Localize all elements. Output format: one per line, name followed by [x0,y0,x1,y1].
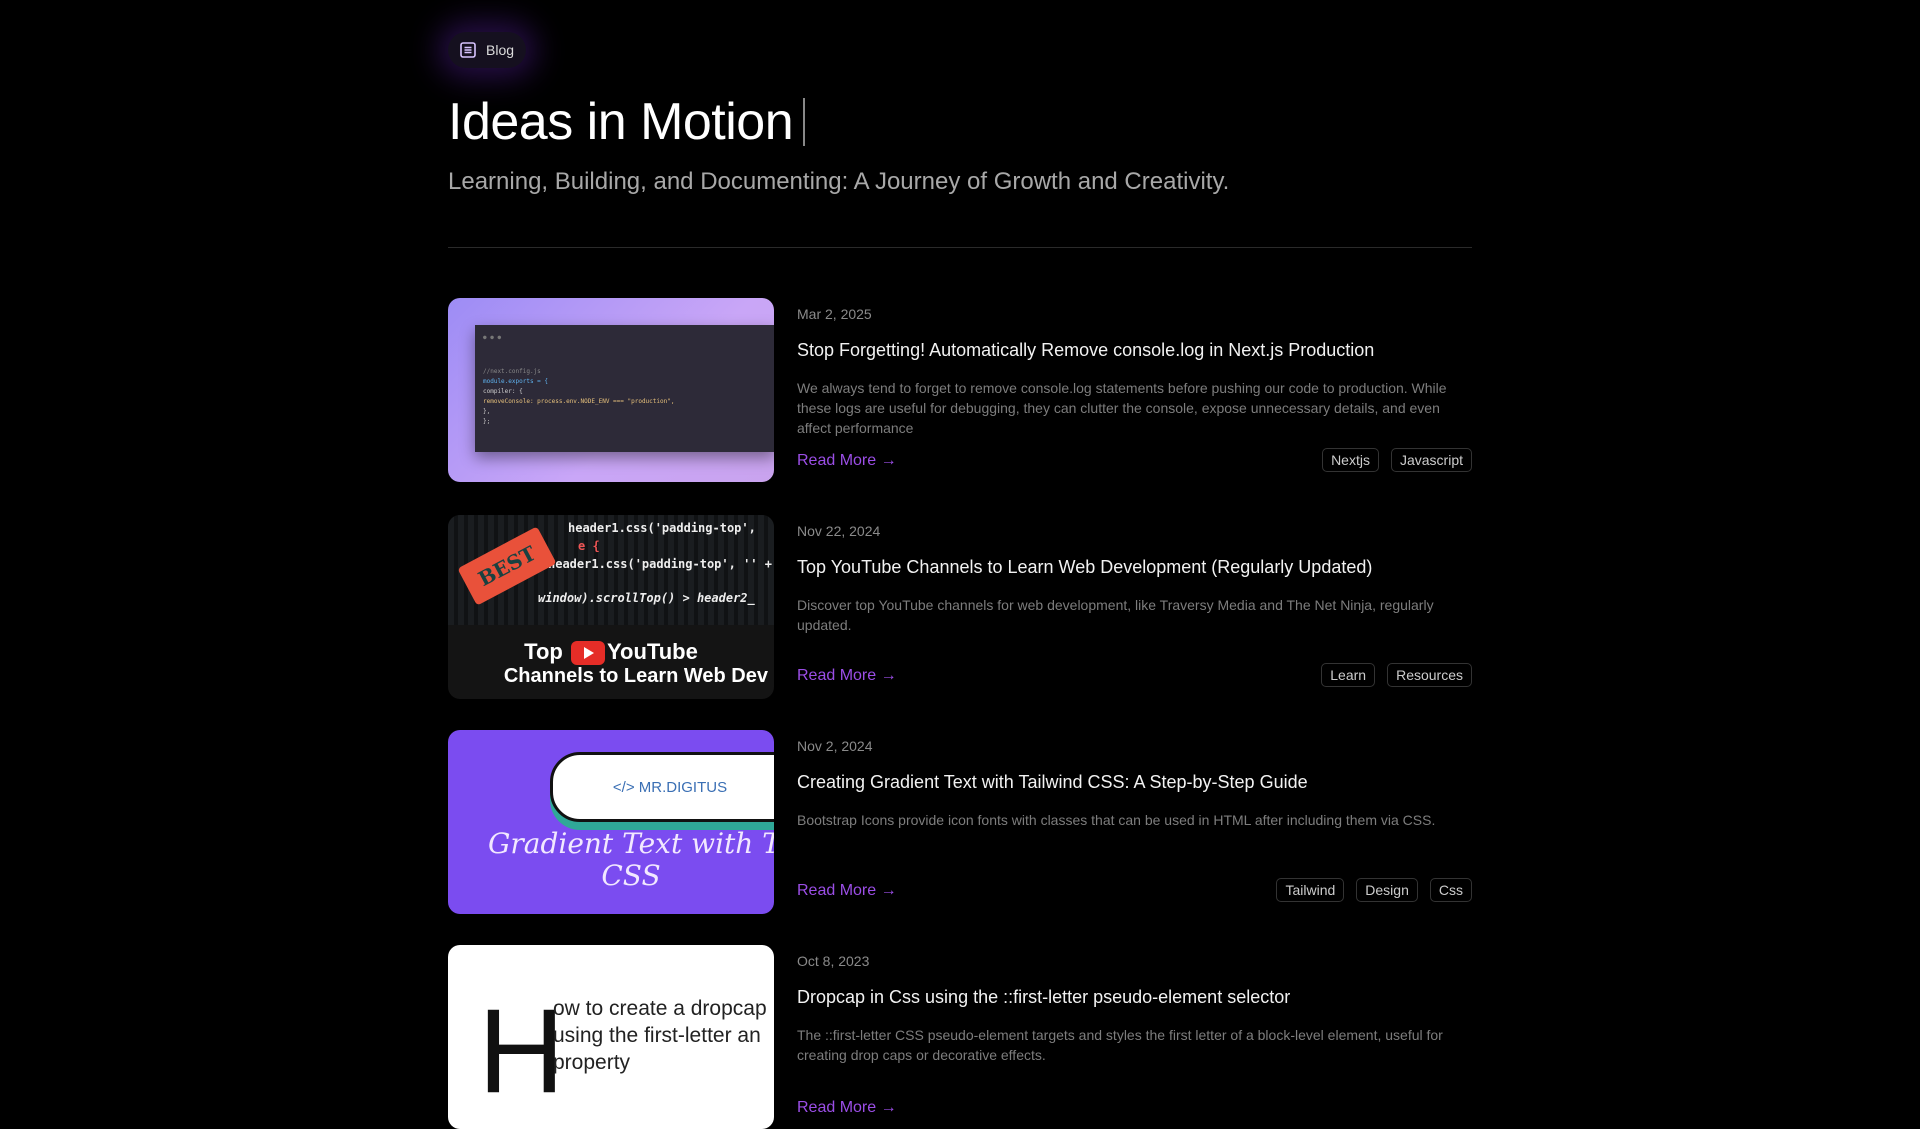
post-card: H ow to create a dropcap using the first… [448,945,1472,1129]
page-title: Ideas in Motion [448,92,806,152]
document-list-icon [460,42,476,58]
typing-caret [803,98,806,146]
post-thumbnail[interactable]: H ow to create a dropcap using the first… [448,945,774,1129]
page-subtitle: Learning, Building, and Documenting: A J… [448,168,1230,195]
thumb-text: property [553,1051,631,1074]
post-description: The ::first-letter CSS pseudo-element ta… [797,1027,1443,1063]
post-thumbnail[interactable]: header1.css('padding-top', e { header1.c… [448,515,774,699]
tag[interactable]: Tailwind [1276,878,1345,902]
post-date: Nov 22, 2024 [797,523,881,539]
code-window: ● ● ● //next.config.js module.exports = … [475,325,774,452]
thumbnail-heading: Top YouTube [448,639,774,666]
page-title-text: Ideas in Motion [448,93,794,151]
post-thumbnail[interactable]: </> MR.DIGITUS Gradient Text with Tai CSS [448,730,774,914]
post-description: Bootstrap Icons provide icon fonts with … [797,812,1436,828]
brand-bar: </> MR.DIGITUS [550,752,774,822]
tag-list: Nextjs Javascript [1322,448,1472,472]
thumb-text: CSS [601,859,661,892]
thumbnail-text: ow to create a dropcap using the first-l… [553,995,767,1076]
thumbnail-subheading: Channels to Learn Web Dev [503,665,768,687]
post-title[interactable]: Dropcap in Css using the ::first-letter … [797,987,1290,1008]
post-thumbnail[interactable]: ● ● ● //next.config.js module.exports = … [448,298,774,482]
post-description: Discover top YouTube channels for web de… [797,597,1434,633]
blog-badge[interactable]: Blog [448,32,527,68]
thumb-text: Top [524,639,563,664]
code-line: header1.css('padding-top', [568,521,756,535]
code-line: //next.config.js [483,368,541,375]
youtube-play-icon [570,641,605,666]
thumb-text: ow to create a dropcap [553,997,767,1020]
tag[interactable]: Nextjs [1322,448,1379,472]
code-line: header1.css('padding-top', '' + [548,557,772,571]
post-date: Nov 2, 2024 [797,738,873,754]
tag[interactable]: Design [1356,878,1418,902]
tag[interactable]: Resources [1387,663,1472,687]
tag-list: Learn Resources [1321,663,1472,687]
read-more-link[interactable]: Read More → [797,882,897,900]
post-title[interactable]: Creating Gradient Text with Tailwind CSS… [797,772,1308,793]
blog-badge-label: Blog [486,42,515,58]
post-card: header1.css('padding-top', e { header1.c… [448,515,1472,699]
code-line: compiler: { [483,388,523,395]
tag[interactable]: Javascript [1390,448,1472,472]
code-line: removeConsole: process.env.NODE_ENV === … [483,398,675,405]
thumbnail-heading: Gradient Text with Tai CSS [448,828,774,892]
post-date: Mar 2, 2025 [797,306,872,322]
code-line: e { [578,539,600,553]
post-title[interactable]: Top YouTube Channels to Learn Web Develo… [797,557,1372,578]
read-more-link[interactable]: Read More → [797,667,897,685]
post-card: </> MR.DIGITUS Gradient Text with Tai CSS… [448,730,1472,914]
thumb-text: YouTube [606,639,698,664]
code-line: window).scrollTop() > header2_ [538,591,755,605]
dropcap-letter: H [478,984,565,1118]
tag[interactable]: Learn [1321,663,1376,687]
divider [448,247,1472,248]
read-more-link[interactable]: Read More → [797,1099,897,1117]
post-card: ● ● ● //next.config.js module.exports = … [448,298,1472,482]
thumb-text: using the first-letter an [553,1024,761,1047]
tag[interactable]: Css [1429,878,1472,902]
code-line: module.exports = { [483,378,549,385]
tag-list: Tailwind Design Css [1276,878,1472,902]
post-title[interactable]: Stop Forgetting! Automatically Remove co… [797,340,1374,361]
code-line: }; [483,418,491,425]
thumb-text: Gradient Text with Tai [488,827,774,860]
post-description: We always tend to forget to remove conso… [797,380,1447,436]
read-more-link[interactable]: Read More → [797,452,897,470]
post-date: Oct 8, 2023 [797,953,870,969]
code-line: }, [483,408,491,415]
